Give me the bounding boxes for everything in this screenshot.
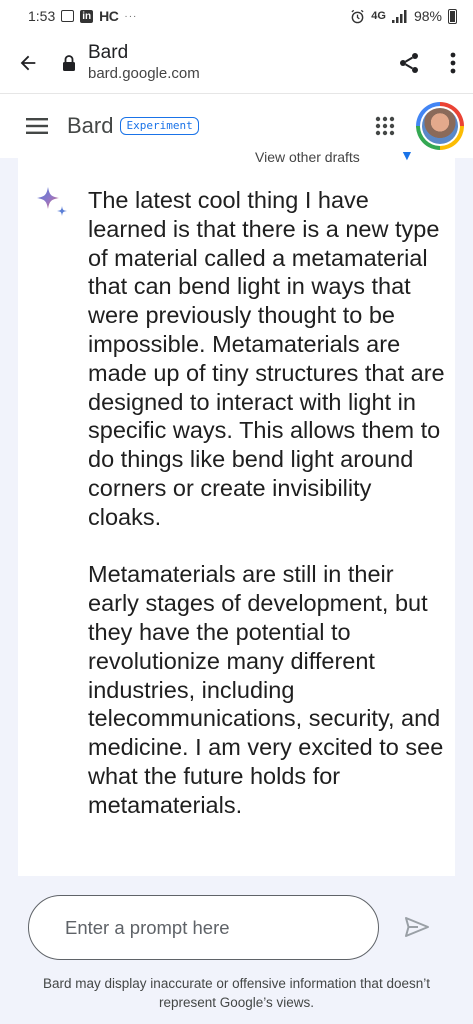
battery-icon: [448, 8, 457, 24]
app-notification-label: HC: [99, 8, 119, 24]
gallery-notification-icon: [61, 10, 75, 22]
page-url: bard.google.com: [88, 64, 200, 82]
response-paragraph: The latest cool thing I have learned is …: [88, 187, 445, 530]
lock-icon[interactable]: [62, 54, 76, 71]
response-paragraph: Metamaterials are still in their early s…: [88, 561, 444, 818]
bard-logo-text[interactable]: Bard: [67, 113, 113, 139]
share-icon: [400, 52, 418, 73]
network-type: 4G: [371, 10, 386, 22]
address-bar[interactable]: Bard bard.google.com: [88, 42, 385, 84]
browser-toolbar: Bard bard.google.com: [0, 32, 473, 94]
back-arrow-icon: [20, 55, 36, 70]
view-other-drafts-link[interactable]: View other drafts: [255, 152, 360, 164]
signal-icon: [391, 9, 407, 23]
battery-percent: 98%: [413, 8, 442, 24]
more-notifications-indicator: ···: [124, 10, 138, 22]
status-left: 1:53 in HC ···: [28, 8, 137, 24]
avatar-ring-inner: [420, 106, 460, 146]
bard-sparkle-icon: [37, 187, 67, 216]
share-button[interactable]: [385, 32, 433, 94]
alarm-icon: [351, 9, 364, 23]
send-button[interactable]: [398, 908, 436, 946]
apps-grid-icon: [375, 116, 395, 136]
status-time: 1:53: [28, 8, 56, 24]
disclaimer-text: Bard may display inaccurate or offensive…: [43, 976, 430, 1010]
send-icon: [405, 917, 429, 937]
avatar-photo: [422, 108, 458, 144]
status-right: 4G 98%: [350, 8, 457, 24]
status-bar: 1:53 in HC ··· 4G 98%: [0, 0, 473, 32]
more-options-button[interactable]: [433, 32, 473, 94]
prompt-input[interactable]: [65, 916, 355, 939]
experiment-badge: Experiment: [120, 117, 199, 135]
back-button[interactable]: [0, 32, 56, 94]
page-title: Bard: [88, 41, 129, 63]
bard-header: Bard Experiment: [0, 94, 473, 158]
google-apps-button[interactable]: [367, 106, 403, 146]
response-text: The latest cool thing I have learned is …: [88, 186, 448, 820]
main-menu-button[interactable]: [17, 106, 57, 146]
prompt-field-container[interactable]: [28, 895, 379, 960]
linkedin-notification-icon: in: [80, 9, 94, 23]
hamburger-menu-icon: [26, 118, 48, 134]
more-vert-icon: [450, 52, 456, 73]
chevron-down-icon[interactable]: ▼: [400, 150, 414, 162]
account-avatar[interactable]: [416, 102, 464, 150]
